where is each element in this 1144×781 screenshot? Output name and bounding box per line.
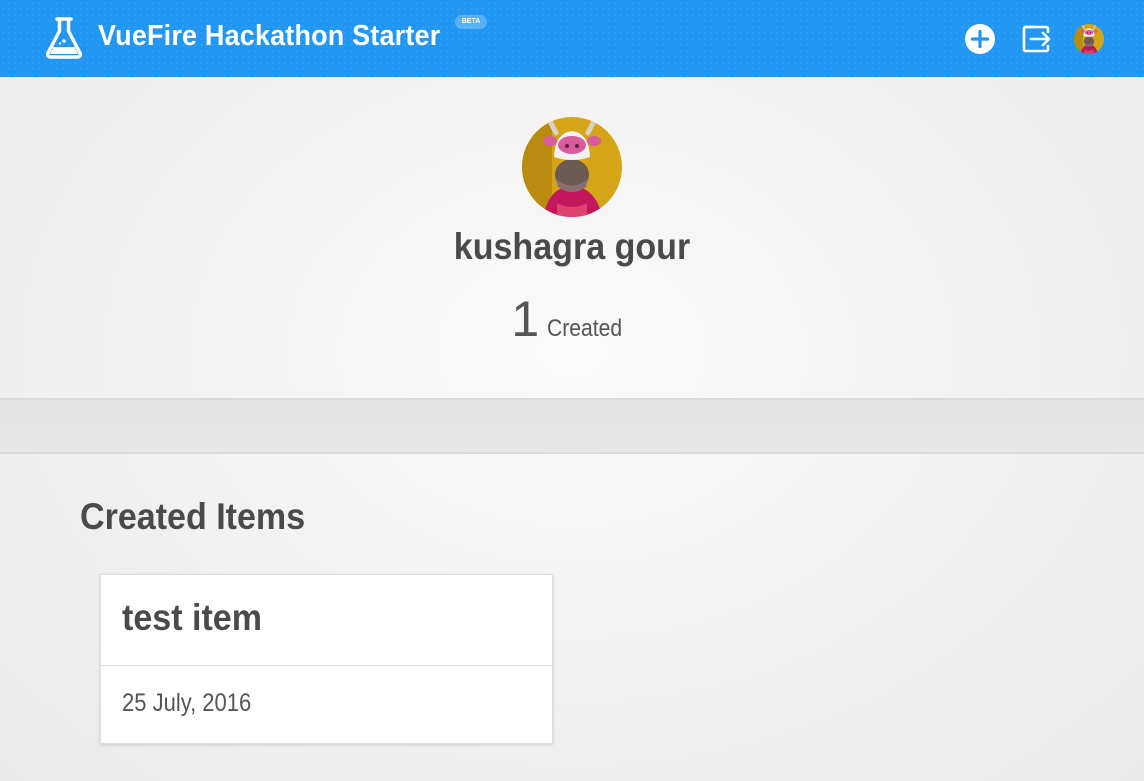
profile-name: kushagra gour [453, 226, 691, 267]
profile-avatar [522, 117, 622, 217]
avatar [522, 117, 622, 217]
avatar [1074, 24, 1104, 54]
created-count: 1 [511, 291, 540, 347]
flask-icon[interactable] [44, 16, 84, 60]
item-date: 25 July, 2016 [122, 689, 252, 717]
created-stat: 1 Created [0, 290, 1144, 348]
add-item-button[interactable] [964, 23, 996, 55]
logout-icon [1022, 25, 1051, 53]
section-divider-band [0, 398, 1144, 454]
beta-badge: BETA [455, 15, 487, 29]
plus-circle-icon [965, 24, 995, 54]
item-title[interactable]: test item [122, 597, 262, 639]
user-avatar-menu[interactable] [1074, 24, 1104, 54]
top-navbar: VueFire Hackathon Starter BETA [0, 0, 1144, 77]
created-label: Created [547, 315, 623, 342]
created-items-heading: Created Items [80, 496, 306, 537]
card-divider [101, 665, 552, 666]
app-title[interactable]: VueFire Hackathon Starter [98, 20, 440, 53]
item-card[interactable]: test item 25 July, 2016 [100, 574, 553, 744]
logout-button[interactable] [1020, 23, 1052, 55]
